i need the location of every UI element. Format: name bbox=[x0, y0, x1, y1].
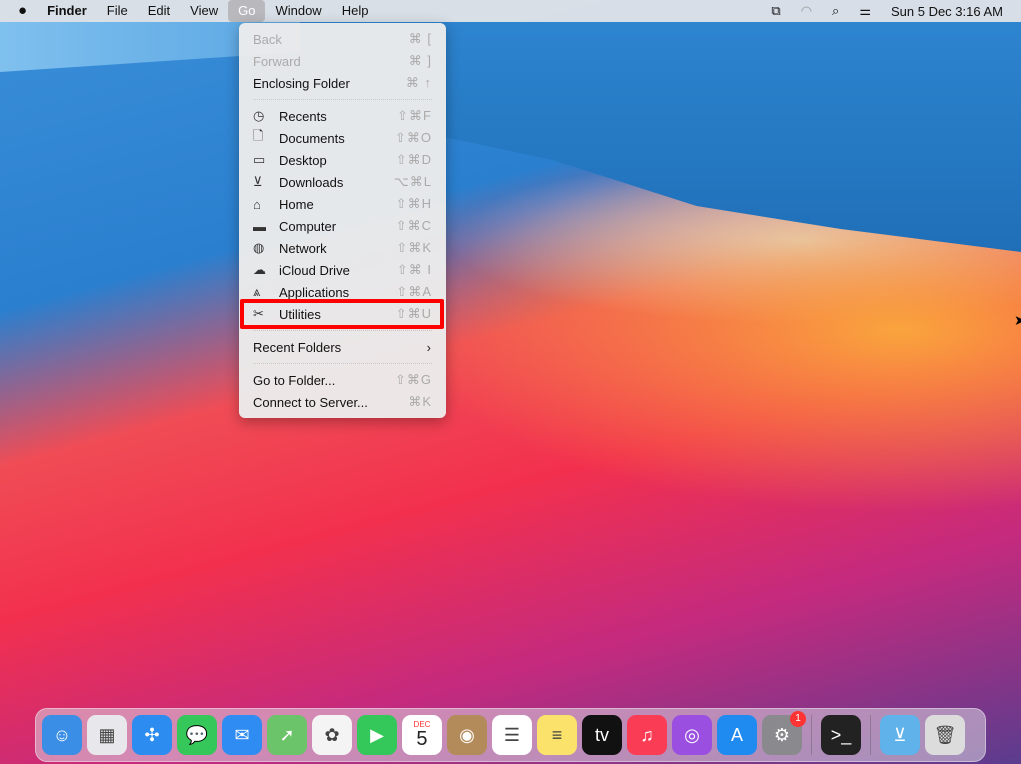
reminders-icon: ☰ bbox=[503, 724, 521, 745]
menu-item-back: Back ⌘ [ bbox=[253, 31, 432, 47]
document-icon: 🗋 bbox=[253, 128, 264, 143]
screen-mirroring-icon[interactable]: ⧉ bbox=[771, 3, 780, 19]
tv-icon: tv bbox=[594, 724, 609, 745]
menu-view[interactable]: View bbox=[180, 0, 228, 22]
menu-item-desktop[interactable]: ▭ Desktop ⇧⌘D bbox=[239, 149, 446, 171]
wifi-icon[interactable]: ◠ bbox=[801, 3, 812, 19]
menu-item-connect-to-server[interactable]: Connect to Server... ⌘K bbox=[239, 391, 446, 413]
highlight-box-utilities bbox=[240, 299, 444, 329]
dock-launchpad[interactable]: ▦ bbox=[87, 715, 127, 755]
music-icon: ♫ bbox=[640, 724, 654, 745]
menu-edit[interactable]: Edit bbox=[138, 0, 180, 22]
menu-item-icloud-drive[interactable]: ☁ iCloud Drive ⇧⌘ I bbox=[239, 259, 446, 281]
system-preferences-icon: ⚙ bbox=[773, 724, 791, 745]
menu-separator bbox=[253, 330, 432, 331]
dock-mail[interactable]: ✉ bbox=[222, 715, 262, 755]
go-menu: Back ⌘ [ Forward ⌘ ] Enclosing Folder ⌘ ↑ ◷… bbox=[239, 23, 446, 418]
menu-item-home[interactable]: ⌂ Home ⇧⌘H bbox=[239, 193, 446, 215]
menu-item-downloads[interactable]: ⊻ Downloads ⌥⌘L bbox=[239, 171, 446, 193]
menu-item-enclosing-folder[interactable]: Enclosing Folder ⌘ ↑ bbox=[239, 72, 446, 94]
menu-finder[interactable]: Finder bbox=[37, 0, 97, 22]
dock-safari[interactable]: ✣ bbox=[132, 715, 172, 755]
spotlight-search-icon[interactable]: ⌕ bbox=[832, 3, 839, 19]
dock-podcasts[interactable]: ◎ bbox=[672, 715, 712, 755]
notification-badge: 1 bbox=[790, 711, 806, 727]
mail-icon: ✉ bbox=[234, 724, 250, 745]
dock-tv[interactable]: tv bbox=[582, 715, 622, 755]
trash-icon: 🗑 bbox=[933, 724, 957, 745]
globe-icon: ◍ bbox=[253, 240, 265, 255]
contacts-icon: ◉ bbox=[459, 724, 475, 745]
menu-go[interactable]: Go bbox=[228, 0, 266, 22]
apple-menu-icon[interactable]: ● bbox=[0, 0, 37, 22]
dock-photos[interactable]: ✿ bbox=[312, 715, 352, 755]
dock-trash[interactable]: 🗑 bbox=[925, 715, 965, 755]
dock-messages[interactable]: 💬 bbox=[177, 715, 217, 755]
photos-icon: ✿ bbox=[324, 724, 340, 745]
menu-item-documents[interactable]: 🗋 Documents ⇧⌘O bbox=[239, 127, 446, 149]
notes-icon: ≡ bbox=[551, 724, 563, 745]
dock: ☺ ▦ ✣ 💬 ✉ ➚ ✿ ▶ DEC 5 ◉ ☰ ≡ tv ♫ ◎ A ⚙ 1 >_ ⊻ 🗑 bbox=[35, 708, 986, 762]
menu-item-network[interactable]: ◍ Network ⇧⌘K bbox=[239, 237, 446, 259]
dock-terminal[interactable]: >_ bbox=[821, 715, 861, 755]
messages-icon: 💬 bbox=[185, 724, 209, 745]
facetime-icon: ▶ bbox=[370, 724, 384, 745]
launchpad-icon: ▦ bbox=[98, 724, 116, 745]
terminal-icon: >_ bbox=[830, 724, 852, 745]
dock-downloads[interactable]: ⊻ bbox=[880, 715, 920, 755]
menu-bar: ● Finder File Edit View Go Window Help ⧉… bbox=[0, 0, 1021, 22]
clock-icon: ◷ bbox=[253, 108, 265, 123]
menu-item-recents[interactable]: ◷ Recents ⇧⌘F bbox=[239, 105, 446, 127]
mouse-pointer-icon: ➤ bbox=[1014, 312, 1021, 328]
menu-item-forward: Forward ⌘ ] bbox=[253, 53, 432, 69]
menu-item-recent-folders[interactable]: Recent Folders › bbox=[239, 336, 446, 358]
desktop-icon: ▭ bbox=[253, 152, 266, 167]
menu-separator bbox=[253, 99, 432, 100]
menu-item-go-to-folder[interactable]: Go to Folder... ⇧⌘G bbox=[239, 369, 446, 391]
dock-maps[interactable]: ➚ bbox=[267, 715, 307, 755]
dock-divider bbox=[811, 715, 812, 755]
dock-divider bbox=[870, 715, 871, 755]
dock-music[interactable]: ♫ bbox=[627, 715, 667, 755]
dock-reminders[interactable]: ☰ bbox=[492, 715, 532, 755]
dock-finder[interactable]: ☺ bbox=[42, 715, 82, 755]
safari-icon: ✣ bbox=[144, 724, 160, 745]
download-icon: ⊻ bbox=[253, 174, 263, 189]
cloud-icon: ☁ bbox=[253, 262, 266, 277]
chevron-right-icon: › bbox=[426, 339, 432, 355]
finder-icon: ☺ bbox=[52, 724, 72, 745]
dock-facetime[interactable]: ▶ bbox=[357, 715, 397, 755]
dock-system-preferences[interactable]: ⚙ 1 bbox=[762, 711, 806, 755]
dock-contacts[interactable]: ◉ bbox=[447, 715, 487, 755]
applications-icon: ⩓ bbox=[253, 284, 261, 299]
computer-icon: ▬ bbox=[253, 218, 266, 234]
maps-icon: ➚ bbox=[279, 724, 295, 745]
menu-help[interactable]: Help bbox=[332, 0, 379, 22]
menu-window[interactable]: Window bbox=[265, 0, 331, 22]
home-icon: ⌂ bbox=[253, 196, 261, 212]
menu-file[interactable]: File bbox=[97, 0, 138, 22]
menu-separator bbox=[253, 363, 432, 364]
calendar-day: 5 bbox=[416, 728, 428, 750]
app-store-icon: A bbox=[730, 724, 743, 745]
control-center-icon[interactable]: ⚌ bbox=[859, 3, 871, 19]
dock-notes[interactable]: ≡ bbox=[537, 715, 577, 755]
dock-app-store[interactable]: A bbox=[717, 715, 757, 755]
menu-item-computer[interactable]: ▬ Computer ⇧⌘C bbox=[239, 215, 446, 237]
downloads-icon: ⊻ bbox=[893, 724, 907, 745]
podcasts-icon: ◎ bbox=[684, 724, 700, 745]
clock[interactable]: Sun 5 Dec 3:16 AM bbox=[891, 4, 1003, 19]
dock-calendar[interactable]: DEC 5 bbox=[402, 715, 442, 755]
